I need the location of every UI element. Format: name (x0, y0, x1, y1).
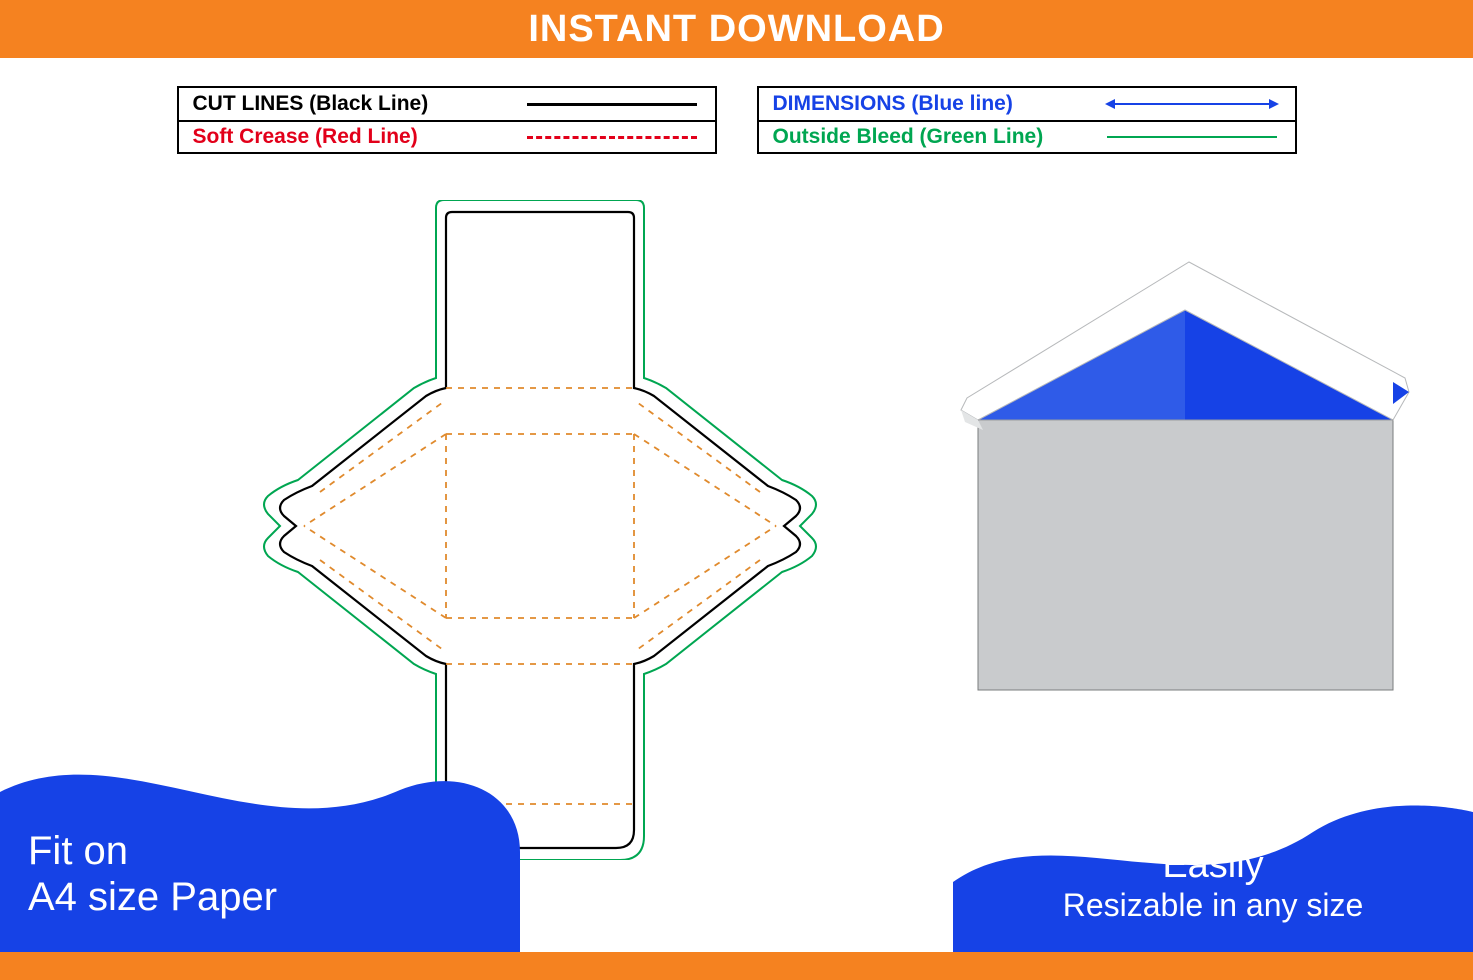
legend-box-left: CUT LINES (Black Line) Soft Crease (Red … (177, 86, 717, 154)
legend-cut-lines: CUT LINES (Black Line) (179, 88, 715, 120)
legend-dimensions: DIMENSIONS (Blue line) (759, 88, 1295, 120)
fit-line2: A4 size Paper (28, 874, 277, 920)
legend-outside-bleed: Outside Bleed (Green Line) (759, 120, 1295, 152)
header-bar: INSTANT DOWNLOAD (0, 0, 1473, 58)
legend-row: CUT LINES (Black Line) Soft Crease (Red … (0, 86, 1473, 154)
header-title: INSTANT DOWNLOAD (528, 8, 944, 51)
fit-a4-text: Fit on A4 size Paper (0, 732, 520, 952)
black-line-icon (527, 96, 697, 112)
resize-line1: Easily (993, 844, 1433, 888)
footer-bar (0, 952, 1473, 980)
legend-label: CUT LINES (Black Line) (193, 92, 429, 116)
blue-arrow-icon (1107, 96, 1277, 112)
legend-label: Outside Bleed (Green Line) (773, 125, 1044, 149)
resizable-text: Easily Resizable in any size (953, 782, 1473, 952)
fit-line1: Fit on (28, 828, 277, 874)
legend-soft-crease: Soft Crease (Red Line) (179, 120, 715, 152)
red-dashed-icon (527, 129, 697, 145)
legend-label: Soft Crease (Red Line) (193, 125, 418, 149)
legend-box-right: DIMENSIONS (Blue line) Outside Bleed (Gr… (757, 86, 1297, 154)
legend-label: DIMENSIONS (Blue line) (773, 92, 1013, 116)
envelope-mockup (953, 230, 1413, 700)
resize-line2: Resizable in any size (993, 887, 1433, 924)
green-line-icon (1107, 129, 1277, 145)
